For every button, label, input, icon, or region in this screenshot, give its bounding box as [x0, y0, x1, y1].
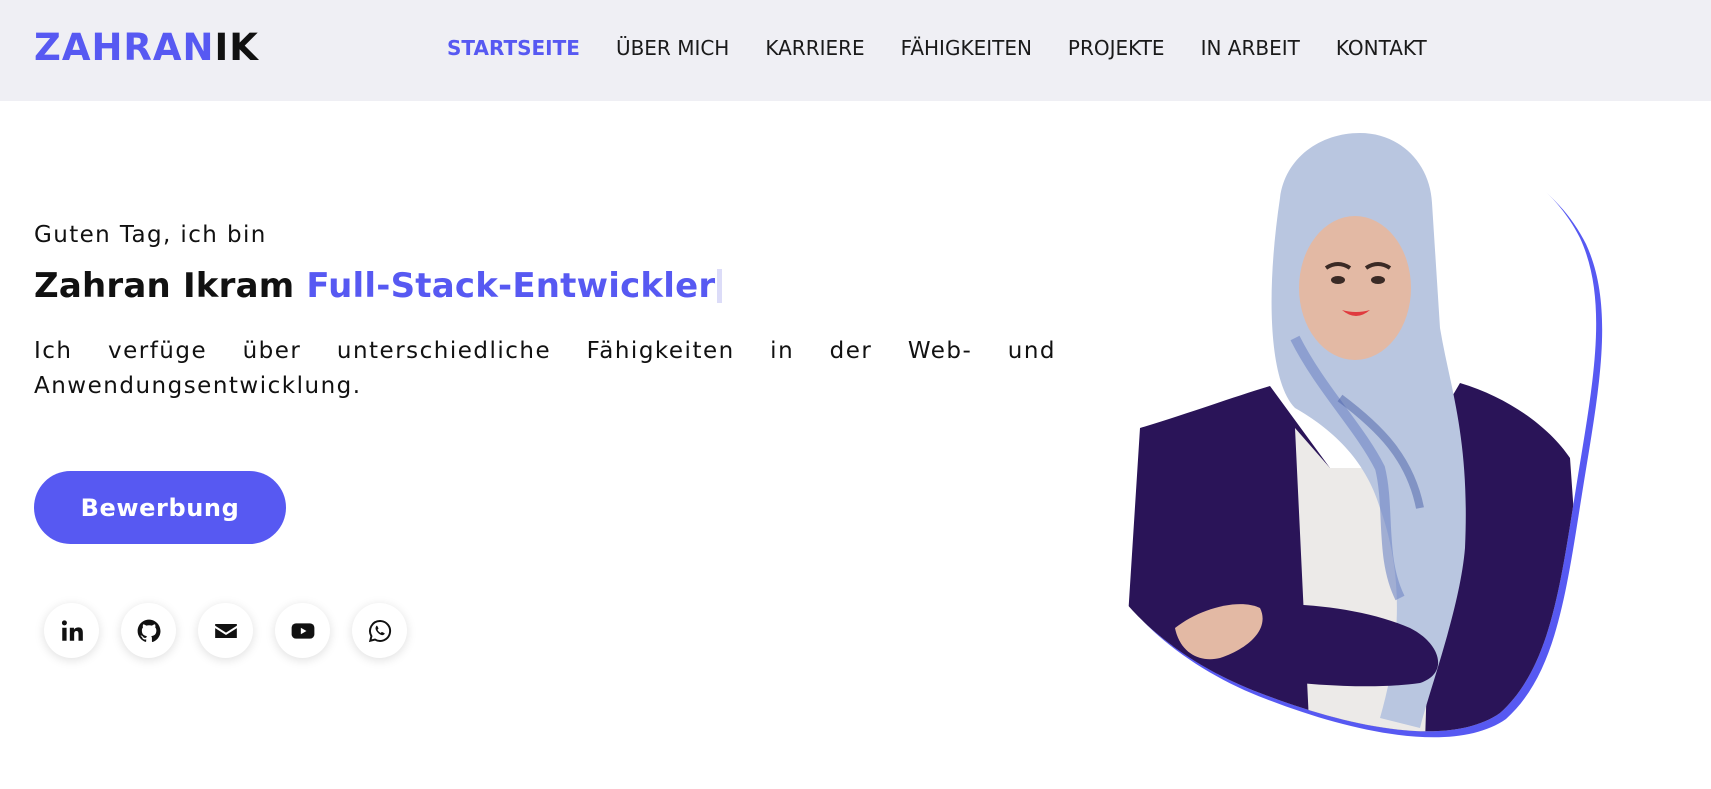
- email-link[interactable]: [198, 603, 253, 658]
- linkedin-link[interactable]: [44, 603, 99, 658]
- profile-photo: [1085, 128, 1603, 738]
- site-header: ZAHRANIK STARTSEITE ÜBER MICH KARRIERE F…: [0, 0, 1711, 101]
- nav-item-in-arbeit[interactable]: IN ARBEIT: [1201, 34, 1300, 64]
- linkedin-icon: [61, 619, 83, 641]
- nav-item-projekte[interactable]: PROJEKTE: [1068, 34, 1165, 64]
- nav-item-karriere[interactable]: KARRIERE: [765, 34, 864, 64]
- github-link[interactable]: [121, 603, 176, 658]
- nav-item-faehigkeiten[interactable]: FÄHIGKEITEN: [901, 34, 1032, 64]
- nav-item-startseite[interactable]: STARTSEITE: [447, 34, 580, 64]
- hero-role: Full-Stack-Entwickler: [306, 266, 716, 306]
- nav-item-ueber-mich[interactable]: ÜBER MICH: [616, 34, 729, 64]
- hero-name: Zahran Ikram: [34, 266, 295, 306]
- logo-part-2: IK: [214, 26, 259, 69]
- typing-cursor: [717, 269, 723, 303]
- hero-description: Ich verfüge über unterschiedliche Fähigk…: [34, 338, 1056, 399]
- logo-part-1: ZAHRAN: [34, 26, 215, 69]
- whatsapp-link[interactable]: [352, 603, 407, 658]
- hero-headline: Zahran Ikram Full-Stack-Entwickler: [34, 266, 723, 306]
- social-links: [44, 603, 407, 658]
- github-icon: [137, 619, 160, 642]
- youtube-icon: [291, 622, 314, 639]
- hero-greeting: Guten Tag, ich bin: [34, 222, 267, 248]
- main-nav: STARTSEITE ÜBER MICH KARRIERE FÄHIGKEITE…: [447, 34, 1427, 64]
- youtube-link[interactable]: [275, 603, 330, 658]
- envelope-icon: [214, 623, 237, 638]
- site-logo[interactable]: ZAHRANIK: [34, 22, 259, 74]
- nav-item-kontakt[interactable]: KONTAKT: [1336, 34, 1427, 64]
- whatsapp-icon: [368, 619, 391, 642]
- application-button[interactable]: Bewerbung: [34, 471, 286, 544]
